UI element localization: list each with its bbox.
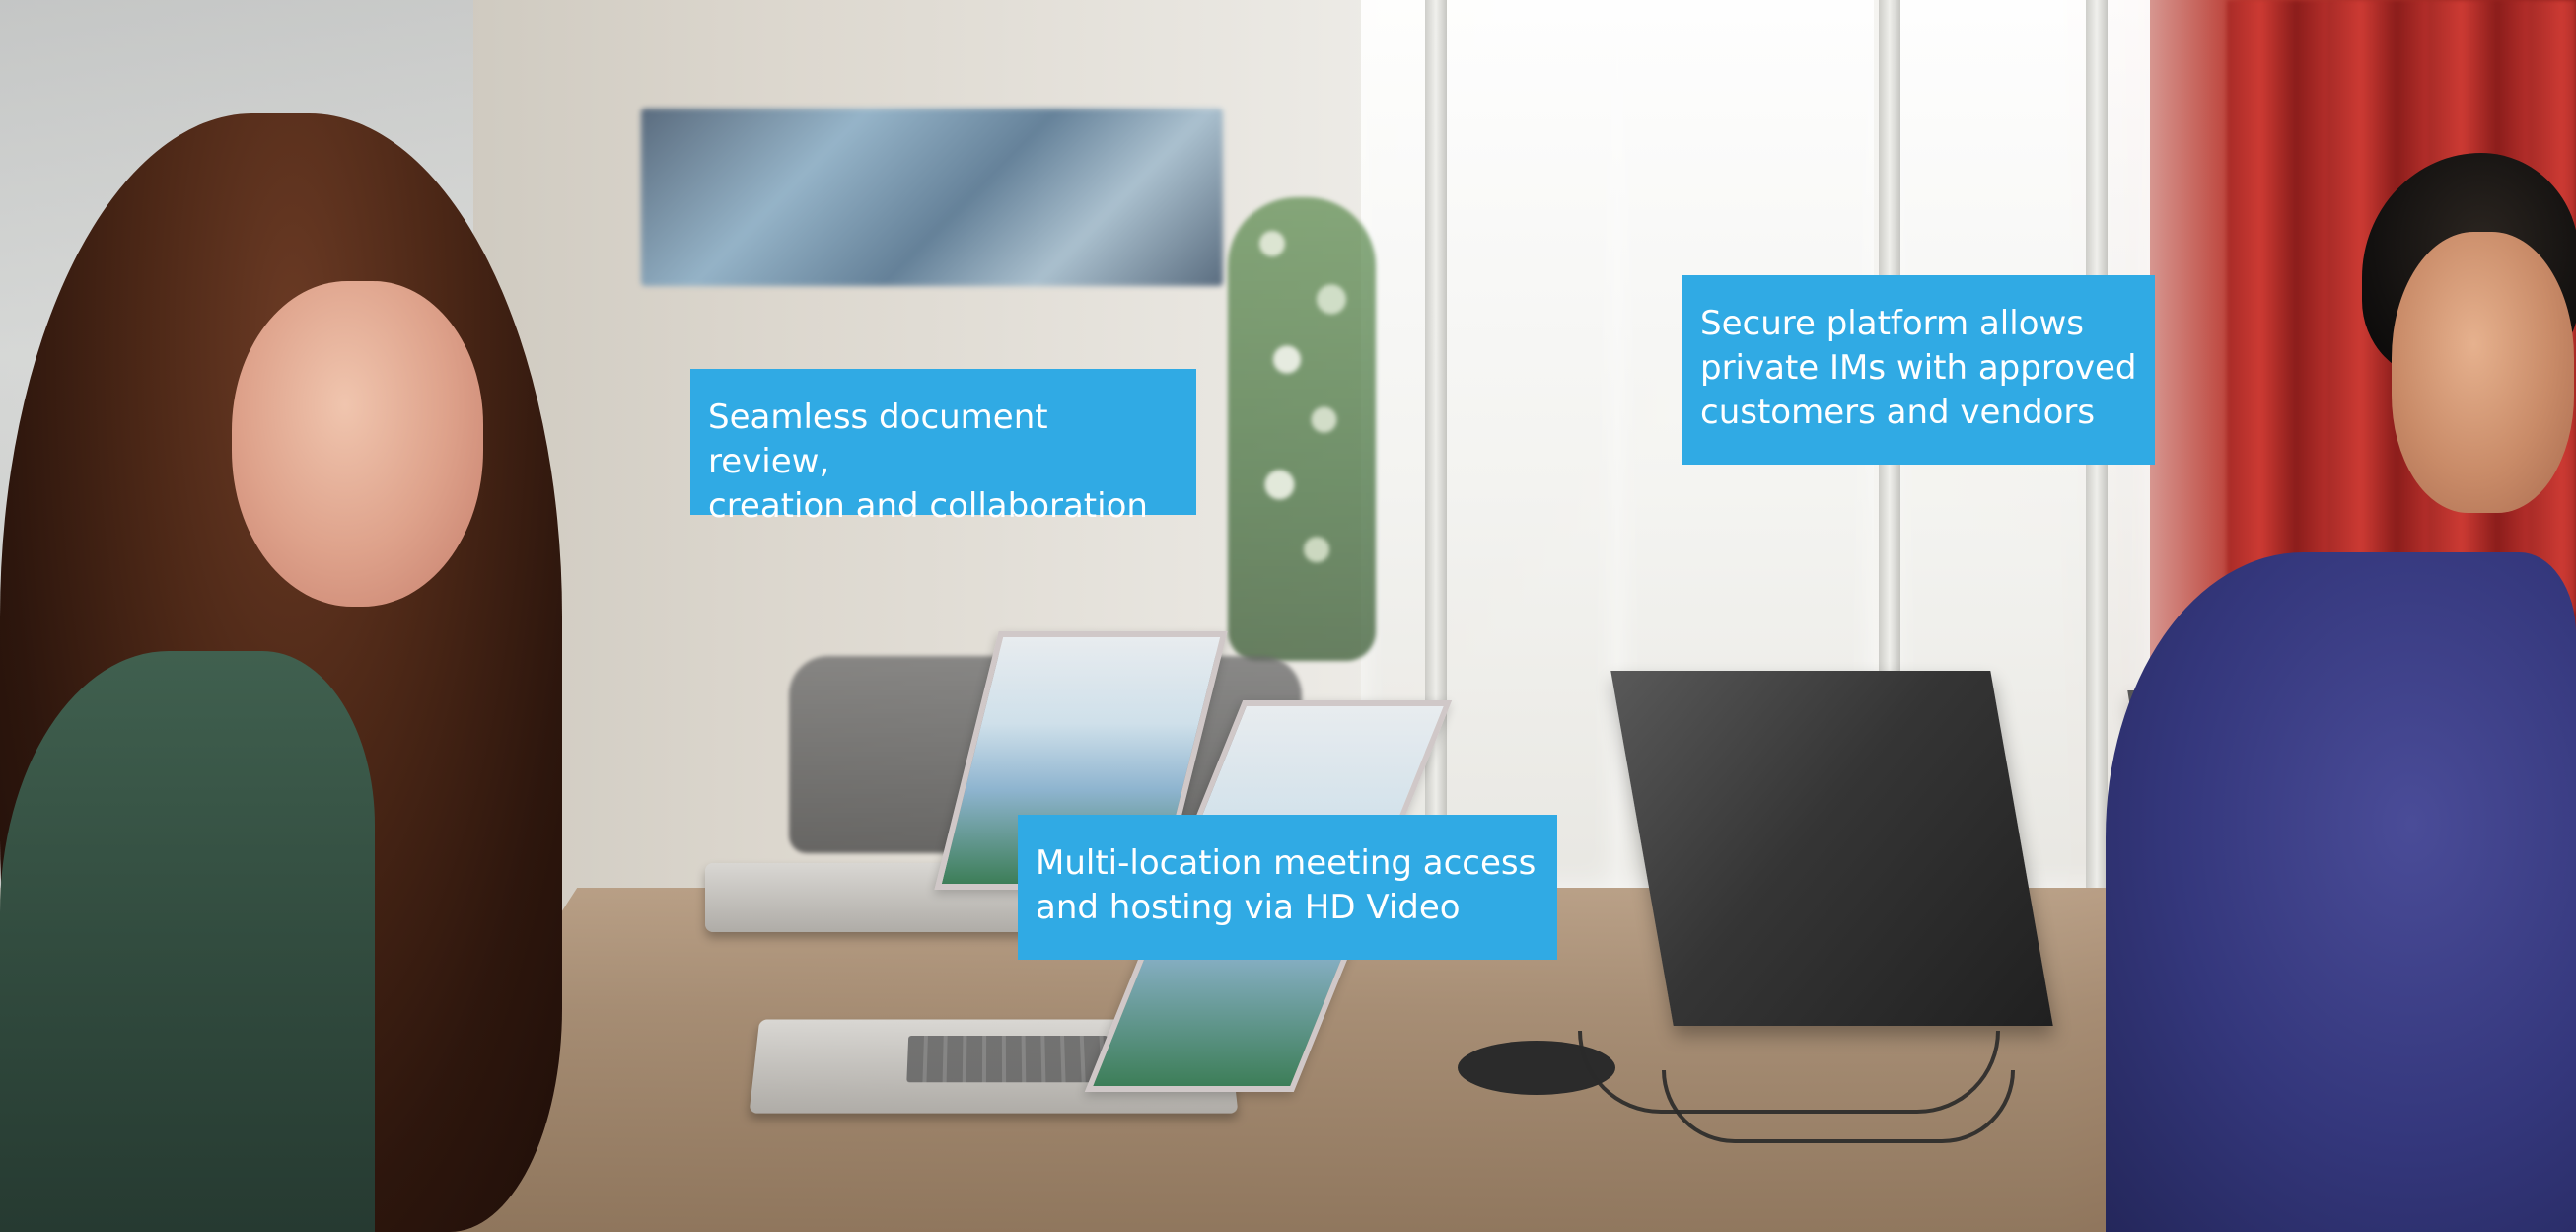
background-screen: [641, 109, 1223, 286]
callout-text-line: Multi-location meeting access: [1036, 843, 1537, 883]
callout-text-line: private IMs with approved: [1700, 348, 2137, 388]
callout-text-line: and hosting via HD Video: [1036, 888, 1461, 927]
plant: [1228, 197, 1376, 661]
callout-document-collaboration: Seamless document review, creation and c…: [690, 369, 1196, 526]
meeting-scene: Seamless document review, creation and c…: [0, 0, 2576, 1232]
callout-text-line: Secure platform allows: [1700, 304, 2085, 343]
callout-text-line: creation and collaboration: [708, 486, 1148, 526]
man-shirt: [2106, 552, 2576, 1232]
speaker-cable: [1662, 1070, 2015, 1143]
callout-text-line: customers and vendors: [1700, 393, 2096, 432]
callout-text-line: Seamless document review,: [708, 398, 1048, 481]
woman-shirt: [0, 651, 375, 1232]
laptop-keyboard: [906, 1035, 1110, 1083]
man-face: [2392, 232, 2574, 513]
dark-laptop-lid: [1610, 671, 2053, 1026]
callout-secure-platform: Secure platform allows private IMs with …: [1682, 275, 2155, 465]
callout-hd-video: Multi-location meeting access and hostin…: [1018, 815, 1557, 960]
woman-face: [232, 281, 483, 607]
